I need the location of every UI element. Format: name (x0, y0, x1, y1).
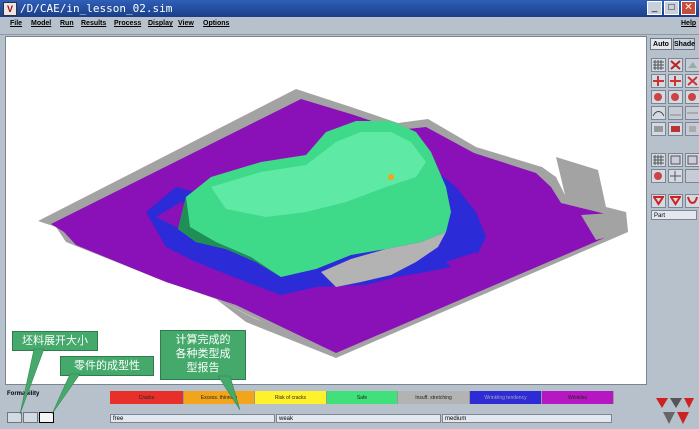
menu-run[interactable]: Run (60, 20, 74, 27)
center-view-icon[interactable] (668, 169, 683, 183)
legend-cracks: Cracks (110, 391, 184, 404)
sheet-view-button[interactable] (23, 412, 38, 423)
draw-bead-icon[interactable] (685, 106, 699, 120)
iso-view-icon[interactable] (651, 169, 666, 183)
window-title: /D/CAE/in_lesson_02.sim (20, 2, 173, 15)
top-view-icon[interactable] (685, 153, 699, 167)
mesh-view-icon[interactable] (651, 58, 666, 72)
close-button[interactable]: ✕ (681, 1, 696, 15)
formability-legend: Cracks Excess. thinning Risk of cracks S… (110, 391, 614, 404)
menu-results[interactable]: Results (81, 20, 106, 27)
pan-icon[interactable] (668, 90, 683, 104)
thinning-spot (388, 174, 394, 180)
legend-safe: Safe (327, 391, 398, 404)
menu-bar: File Model Run Results Process Display V… (0, 17, 699, 35)
callout-formability: 零件的成型性 (60, 356, 154, 376)
menu-view[interactable]: View (178, 20, 194, 27)
callout-reports: 计算完成的 各种类型成 型报告 (160, 330, 246, 380)
menu-options[interactable]: Options (203, 20, 229, 27)
front-view-icon[interactable] (668, 153, 683, 167)
status-bar: free weak medium (110, 414, 612, 423)
blank-size-button[interactable] (7, 412, 22, 423)
status-weak: weak (276, 414, 441, 423)
part-field[interactable]: Part (651, 210, 697, 220)
fit-view-icon[interactable] (651, 153, 666, 167)
maximize-button[interactable]: □ (664, 1, 679, 15)
legend-insufficient-stretching: Insuff. stretching (398, 391, 470, 404)
callout-blank-size: 坯料展开大小 (12, 331, 98, 351)
title-bar: V /D/CAE/in_lesson_02.sim _ □ ✕ (0, 0, 699, 17)
measure-icon[interactable] (651, 122, 666, 136)
tab-shade[interactable]: Shade (673, 38, 695, 50)
menu-help[interactable]: Help (681, 20, 696, 27)
sheet-view-icon[interactable] (651, 106, 666, 120)
legend-risk-of-cracks: Risk of cracks (255, 391, 327, 404)
menu-process[interactable]: Process (114, 20, 141, 27)
formability-plot (38, 89, 628, 358)
model-viewport[interactable]: ↗ (5, 36, 647, 385)
menu-file[interactable]: File (10, 20, 22, 27)
app-icon: V (3, 2, 17, 16)
status-free: free (110, 414, 275, 423)
info-icon[interactable] (685, 122, 699, 136)
tab-auto[interactable]: Auto (650, 38, 672, 50)
binder-view-icon[interactable] (685, 58, 699, 72)
blank-tool-icon[interactable] (685, 169, 699, 183)
tool-view-icon[interactable] (668, 106, 683, 120)
status-medium: medium (442, 414, 612, 423)
right-toolbar: Auto Shade Part (648, 36, 699, 429)
autoform-logo (656, 398, 694, 424)
cut-view-icon[interactable] (685, 74, 699, 88)
formability-label: Formability (7, 391, 40, 397)
punch-view-icon[interactable] (651, 74, 666, 88)
zoom-icon[interactable] (685, 90, 699, 104)
die-select-icon[interactable] (651, 194, 666, 208)
minimize-button[interactable]: _ (647, 1, 662, 15)
grid-icon[interactable] (668, 122, 683, 136)
legend-excess-thinning: Excess. thinning (184, 391, 255, 404)
legend-wrinkling-tendency: Wrinkling tendency (470, 391, 542, 404)
menu-display[interactable]: Display (148, 20, 173, 27)
menu-model[interactable]: Model (31, 20, 51, 27)
section-view-icon[interactable] (668, 74, 683, 88)
punch-select-icon[interactable] (668, 194, 683, 208)
legend-wrinkles: Wrinkles (542, 391, 614, 404)
rotate-icon[interactable] (651, 90, 666, 104)
binder-select-icon[interactable] (685, 194, 699, 208)
die-view-icon[interactable] (668, 58, 683, 72)
formability-button[interactable] (39, 412, 54, 423)
